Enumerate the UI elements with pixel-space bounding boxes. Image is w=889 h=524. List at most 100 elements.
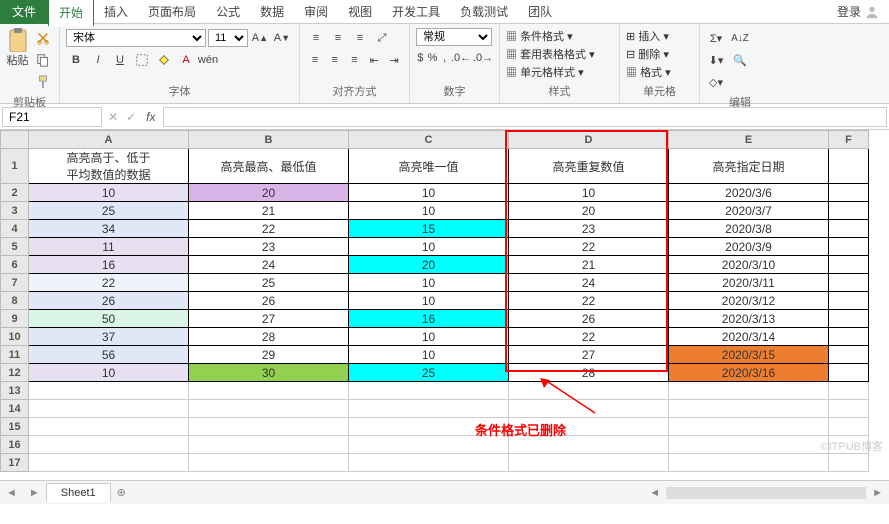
tab-load-test[interactable]: 负载测试: [450, 0, 518, 24]
bold-button[interactable]: B: [66, 50, 86, 70]
increase-font-button[interactable]: A▲: [250, 28, 270, 48]
new-sheet-button[interactable]: ⊕: [111, 486, 132, 499]
fx-icon[interactable]: fx: [140, 110, 161, 124]
row-header-4[interactable]: 4: [1, 220, 29, 238]
column-header-C[interactable]: C: [349, 131, 509, 149]
cell-E10[interactable]: 2020/3/14: [669, 328, 829, 346]
fx-cancel-icon[interactable]: ✕: [104, 110, 122, 124]
tab-review[interactable]: 审阅: [294, 0, 338, 24]
cell-B13[interactable]: [189, 382, 349, 400]
cell-C8[interactable]: 10: [349, 292, 509, 310]
currency-button[interactable]: $: [416, 48, 425, 68]
tab-home[interactable]: 开始: [48, 0, 94, 27]
cell-E15[interactable]: [669, 418, 829, 436]
delete-cells-button[interactable]: ⊟ 删除 ▾: [626, 46, 693, 62]
align-right-button[interactable]: ≡: [346, 50, 364, 70]
align-top-button[interactable]: ≡: [306, 28, 326, 48]
cell-C14[interactable]: [349, 400, 509, 418]
header-cell-D[interactable]: 高亮重复数值: [509, 149, 669, 184]
cell-B7[interactable]: 25: [189, 274, 349, 292]
cell-F1[interactable]: [829, 149, 869, 184]
row-header-1[interactable]: 1: [1, 149, 29, 184]
cell-E12[interactable]: 2020/3/16: [669, 364, 829, 382]
cell-C11[interactable]: 10: [349, 346, 509, 364]
cell-F9[interactable]: [829, 310, 869, 328]
cell-B2[interactable]: 20: [189, 184, 349, 202]
header-cell-E[interactable]: 高亮指定日期: [669, 149, 829, 184]
align-bottom-button[interactable]: ≡: [350, 28, 370, 48]
phonetic-button[interactable]: wén: [198, 50, 218, 70]
row-header-9[interactable]: 9: [1, 310, 29, 328]
format-painter-button[interactable]: [33, 72, 53, 92]
horizontal-scrollbar[interactable]: [666, 487, 866, 499]
cell-D8[interactable]: 22: [509, 292, 669, 310]
cell-E17[interactable]: [669, 454, 829, 472]
cell-B3[interactable]: 21: [189, 202, 349, 220]
cell-D11[interactable]: 27: [509, 346, 669, 364]
cell-D3[interactable]: 20: [509, 202, 669, 220]
row-header-12[interactable]: 12: [1, 364, 29, 382]
row-header-5[interactable]: 5: [1, 238, 29, 256]
cell-B12[interactable]: 30: [189, 364, 349, 382]
align-center-button[interactable]: ≡: [326, 50, 344, 70]
row-header-13[interactable]: 13: [1, 382, 29, 400]
cell-F14[interactable]: [829, 400, 869, 418]
fill-button[interactable]: ⬇▾: [706, 50, 726, 70]
cell-A2[interactable]: 10: [29, 184, 189, 202]
cell-C13[interactable]: [349, 382, 509, 400]
format-cells-button[interactable]: ▦ 格式 ▾: [626, 64, 693, 80]
name-box[interactable]: [2, 107, 102, 127]
cell-B5[interactable]: 23: [189, 238, 349, 256]
autosum-button[interactable]: Σ▾: [706, 28, 726, 48]
clear-button[interactable]: ◇▾: [706, 72, 726, 92]
cell-A12[interactable]: 10: [29, 364, 189, 382]
cell-B16[interactable]: [189, 436, 349, 454]
row-header-16[interactable]: 16: [1, 436, 29, 454]
cell-C3[interactable]: 10: [349, 202, 509, 220]
row-header-2[interactable]: 2: [1, 184, 29, 202]
cell-E13[interactable]: [669, 382, 829, 400]
indent-increase-button[interactable]: ⇥: [385, 50, 403, 70]
cell-B8[interactable]: 26: [189, 292, 349, 310]
cell-F8[interactable]: [829, 292, 869, 310]
cell-E7[interactable]: 2020/3/11: [669, 274, 829, 292]
cell-C9[interactable]: 16: [349, 310, 509, 328]
border-button[interactable]: [132, 50, 152, 70]
cell-A15[interactable]: [29, 418, 189, 436]
cell-C12[interactable]: 25: [349, 364, 509, 382]
cell-D10[interactable]: 22: [509, 328, 669, 346]
cell-F13[interactable]: [829, 382, 869, 400]
percent-button[interactable]: %: [427, 48, 439, 68]
cell-B17[interactable]: [189, 454, 349, 472]
row-header-11[interactable]: 11: [1, 346, 29, 364]
cell-D2[interactable]: 10: [509, 184, 669, 202]
cell-F10[interactable]: [829, 328, 869, 346]
cell-A3[interactable]: 25: [29, 202, 189, 220]
cell-B9[interactable]: 27: [189, 310, 349, 328]
cell-C2[interactable]: 10: [349, 184, 509, 202]
indent-decrease-button[interactable]: ⇤: [365, 50, 383, 70]
tab-view[interactable]: 视图: [338, 0, 382, 24]
italic-button[interactable]: I: [88, 50, 108, 70]
orientation-button[interactable]: ⤢: [372, 28, 392, 48]
row-header-6[interactable]: 6: [1, 256, 29, 274]
cell-F4[interactable]: [829, 220, 869, 238]
cell-E14[interactable]: [669, 400, 829, 418]
cell-A11[interactable]: 56: [29, 346, 189, 364]
cell-A10[interactable]: 37: [29, 328, 189, 346]
cell-A8[interactable]: 26: [29, 292, 189, 310]
cell-B15[interactable]: [189, 418, 349, 436]
cell-A7[interactable]: 22: [29, 274, 189, 292]
row-header-17[interactable]: 17: [1, 454, 29, 472]
cell-C5[interactable]: 10: [349, 238, 509, 256]
tab-insert[interactable]: 插入: [94, 0, 138, 24]
cell-A4[interactable]: 34: [29, 220, 189, 238]
cell-D4[interactable]: 23: [509, 220, 669, 238]
cell-B14[interactable]: [189, 400, 349, 418]
cell-C7[interactable]: 10: [349, 274, 509, 292]
cell-A16[interactable]: [29, 436, 189, 454]
worksheet-area[interactable]: ABCDEF1高亮高于、低于平均数值的数据高亮最高、最低值高亮唯一值高亮重复数值…: [0, 130, 889, 480]
underline-button[interactable]: U: [110, 50, 130, 70]
sheet-nav-prev[interactable]: ◄: [0, 487, 23, 499]
insert-cells-button[interactable]: ⊞ 插入 ▾: [626, 28, 693, 44]
